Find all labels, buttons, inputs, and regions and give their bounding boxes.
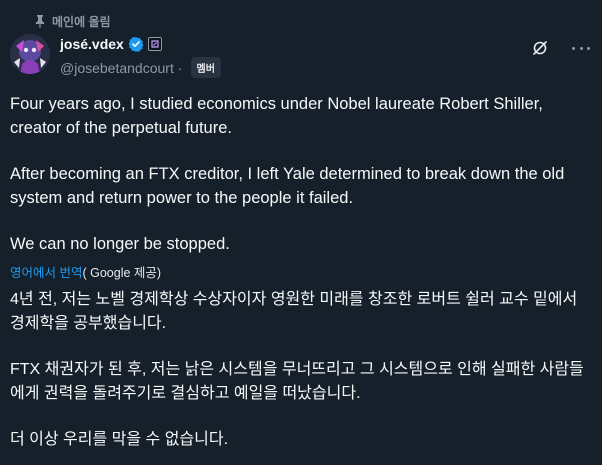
tweet-paragraph: After becoming an FTX creditor, I left Y… — [10, 165, 565, 207]
handle-row: @josebetandcourt · 멤버 — [60, 57, 221, 78]
translation-attribution: 영어에서 번역 ( Google 제공) — [10, 262, 161, 281]
tweet-text: Four years ago, I studied economics unde… — [10, 92, 586, 256]
grok-icon[interactable] — [532, 40, 548, 56]
more-icon[interactable] — [572, 40, 590, 56]
affiliate-badge-icon[interactable] — [147, 37, 162, 51]
pinned-indicator: 메인에 올림 — [34, 12, 111, 30]
more-dot — [572, 46, 575, 50]
verified-icon[interactable] — [128, 36, 144, 52]
name-row: josé.vdex — [60, 36, 162, 52]
pin-icon — [34, 14, 46, 28]
member-badge: 멤버 — [190, 57, 221, 78]
pinned-label: 메인에 올림 — [52, 14, 111, 29]
handle[interactable]: @josebetandcourt — [60, 60, 174, 76]
avatar[interactable] — [10, 34, 50, 74]
translate-link[interactable]: 영어에서 번역 — [10, 262, 82, 281]
tweet-header: josé.vdex @josebetandcourt · 멤버 — [10, 34, 590, 80]
translated-text: 4년 전, 저는 노벨 경제학상 수상자이자 영원한 미래를 창조한 로버트 쉴… — [10, 288, 590, 452]
more-dot — [579, 46, 583, 50]
translated-paragraph: FTX 채권자가 된 후, 저는 낡은 시스템을 무너뜨리고 그 시스템으로 인… — [10, 361, 584, 402]
translated-paragraph: 4년 전, 저는 노벨 경제학상 수상자이자 영원한 미래를 창조한 로버트 쉴… — [10, 291, 578, 332]
tweet-paragraph: Four years ago, I studied economics unde… — [10, 95, 543, 137]
separator-dot: · — [177, 59, 183, 76]
translation-provider: ( Google 제공) — [82, 266, 162, 280]
tweet-paragraph: We can no longer be stopped. — [10, 235, 230, 253]
translated-paragraph: 더 이상 우리를 막을 수 없습니다. — [10, 431, 229, 448]
more-dot — [587, 46, 590, 50]
display-name[interactable]: josé.vdex — [60, 36, 124, 52]
